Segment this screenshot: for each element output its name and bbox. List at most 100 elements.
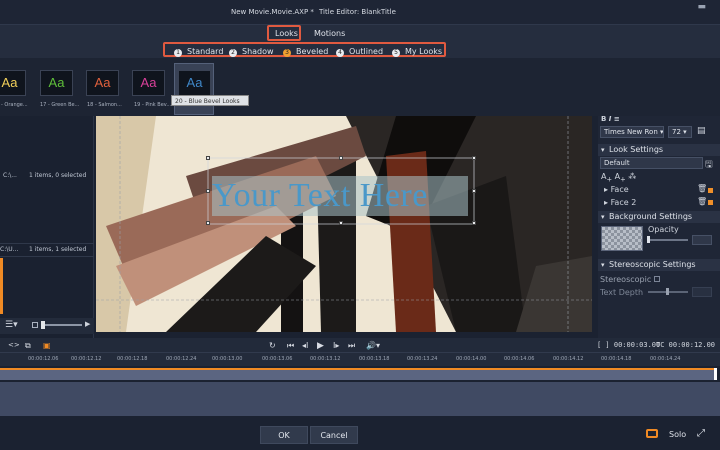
zoom-slider[interactable] xyxy=(42,324,82,326)
window-controls[interactable]: ▬ xyxy=(697,2,714,12)
look-thumbnail-blue[interactable]: Aa xyxy=(178,70,211,96)
resize-handle[interactable] xyxy=(206,156,210,160)
divider xyxy=(0,256,94,257)
add-layer-icons[interactable]: A+ A+ ⁂ xyxy=(601,172,636,184)
category-my-looks[interactable]: 5 My Looks xyxy=(392,47,442,57)
volume-icon[interactable]: 🔊▾ xyxy=(366,341,380,350)
look-thumbnail-salmon[interactable]: Aa xyxy=(86,70,119,96)
resize-handle[interactable] xyxy=(472,189,476,193)
copy-icon[interactable]: ⧉ xyxy=(25,341,31,351)
editor-title: Title Editor: BlankTitle xyxy=(319,8,396,16)
video-canvas[interactable] xyxy=(96,116,592,332)
resize-handle[interactable] xyxy=(206,189,210,193)
timeline-track[interactable] xyxy=(0,382,720,416)
color-swatch[interactable] xyxy=(708,188,713,193)
ruler-tick: 00:00:12.18 xyxy=(117,356,148,362)
font-select[interactable]: Times New Ron ▾ xyxy=(600,126,664,138)
go-to-start-icon[interactable]: ⏮ xyxy=(287,341,294,351)
look-preset-field[interactable]: Default xyxy=(600,157,703,169)
footer xyxy=(0,418,720,450)
save-icon[interactable]: 🖫 xyxy=(705,157,713,173)
fullscreen-icon[interactable]: ⤢ xyxy=(697,428,705,439)
resize-handle[interactable] xyxy=(339,156,343,160)
background-preview[interactable] xyxy=(601,226,643,251)
zoom-slider-handle[interactable] xyxy=(41,321,45,329)
category-outlined[interactable]: 4 Outlined xyxy=(336,47,383,57)
title-text-box[interactable]: Your Text Here xyxy=(212,176,468,216)
text-depth-slider-handle[interactable] xyxy=(666,288,669,295)
stereoscopic-checkbox[interactable] xyxy=(654,276,660,282)
category-standard[interactable]: 1 Standard xyxy=(174,47,223,57)
cancel-button[interactable]: Cancel xyxy=(310,426,358,444)
resize-handle[interactable] xyxy=(472,156,476,160)
font-size-select[interactable]: 72 ▾ xyxy=(668,126,692,138)
resize-handle[interactable] xyxy=(206,221,210,225)
color-swatch[interactable] xyxy=(708,200,713,205)
resize-handle[interactable] xyxy=(472,221,476,225)
library-status: 1 items, 0 selected xyxy=(29,172,87,179)
look-caption: 18 - Salmon... xyxy=(87,102,122,108)
playhead[interactable] xyxy=(714,368,717,380)
look-tooltip: 20 - Blue Bevel Looks xyxy=(171,95,249,106)
position-timecode: TC 00:00:12.00 xyxy=(656,341,716,349)
background-settings-header[interactable]: Background Settings xyxy=(598,211,720,223)
snapshot-icon[interactable]: ▣ xyxy=(43,341,51,350)
look-caption: - Orange... xyxy=(1,102,28,108)
zoom-out-icon[interactable] xyxy=(32,322,38,328)
look-settings-header[interactable]: Look Settings xyxy=(598,144,720,156)
step-back-icon[interactable]: ◂I xyxy=(302,341,308,350)
step-forward-icon[interactable]: I▸ xyxy=(333,341,339,350)
ruler-tick: 00:00:13.12 xyxy=(310,356,341,362)
solo-label[interactable]: Solo xyxy=(669,430,686,439)
stereoscopic-settings-header[interactable]: Stereoscopic Settings xyxy=(598,259,720,271)
ruler-tick: 00:00:14.12 xyxy=(553,356,584,362)
category-shadow[interactable]: 2 Shadow xyxy=(229,47,274,57)
opacity-slider[interactable] xyxy=(648,239,688,241)
ruler-tick: 00:00:13.24 xyxy=(407,356,438,362)
text-depth-value[interactable] xyxy=(692,287,712,297)
ruler-tick: 00:00:12.24 xyxy=(166,356,197,362)
look-thumbnail-green[interactable]: Aa xyxy=(40,70,73,96)
divider xyxy=(0,243,94,244)
marker-icon[interactable]: <> xyxy=(8,341,20,349)
video-frame xyxy=(96,116,592,332)
text-depth-label: Text Depth xyxy=(600,288,644,297)
duration-timecode: [ ] 00:00:03.00 xyxy=(597,341,661,349)
tab-motions[interactable]: Motions xyxy=(314,29,345,38)
library-path: C:\... xyxy=(3,172,17,179)
category-beveled[interactable]: 3 Beveled xyxy=(283,47,328,57)
trash-icon[interactable]: 🗑 xyxy=(697,197,707,206)
close-icon[interactable]: ▬ xyxy=(697,2,714,12)
trash-icon[interactable]: 🗑 xyxy=(697,184,707,193)
project-title: New Movie.Movie.AXP * xyxy=(231,8,314,16)
stereoscopic-label: Stereoscopic xyxy=(600,275,652,284)
play-icon[interactable]: ▶ xyxy=(85,320,90,328)
ruler-tick: 00:00:13.00 xyxy=(212,356,243,362)
resize-handle[interactable] xyxy=(339,221,343,225)
ok-button[interactable]: OK xyxy=(260,426,308,444)
menu-icon[interactable]: ☰▾ xyxy=(5,320,18,330)
left-panel-toolbar: ☰▾ ▶ xyxy=(0,318,94,334)
layer-face-2[interactable]: ▸ Face 2 xyxy=(604,198,636,207)
layer-face[interactable]: ▸ Face xyxy=(604,185,629,194)
tab-looks[interactable]: Looks xyxy=(275,29,298,38)
ruler-tick: 00:00:14.00 xyxy=(456,356,487,362)
align-icon[interactable]: ▤ xyxy=(697,126,706,136)
opacity-label: Opacity xyxy=(648,225,679,234)
ruler-tick: 00:00:14.24 xyxy=(650,356,681,362)
ruler-tick: 00:00:12.06 xyxy=(28,356,59,362)
text-style-icons[interactable]: B I ≡ xyxy=(601,115,620,123)
opacity-slider-handle[interactable] xyxy=(647,236,650,243)
selection-indicator xyxy=(0,258,3,314)
loop-icon[interactable]: ↻ xyxy=(269,341,276,350)
go-to-end-icon[interactable]: ⏭ xyxy=(348,341,355,351)
look-thumbnail-orange[interactable]: Aa xyxy=(0,70,26,96)
ruler-tick: 00:00:13.18 xyxy=(359,356,390,362)
library-status: 1 items, 1 selected xyxy=(29,246,87,253)
opacity-value[interactable] xyxy=(692,235,712,245)
look-thumbnail-pink[interactable]: Aa xyxy=(132,70,165,96)
look-caption: 19 - Pink Bev... xyxy=(134,102,172,108)
play-button[interactable]: ▶ xyxy=(317,341,324,351)
timeline-title-clip[interactable] xyxy=(0,368,716,380)
preview-icon[interactable] xyxy=(646,429,658,438)
